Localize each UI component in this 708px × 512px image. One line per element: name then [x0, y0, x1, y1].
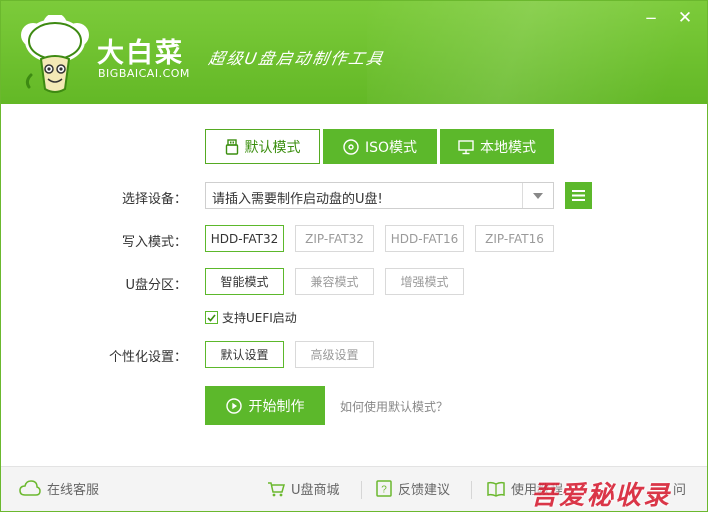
device-dropdown-toggle[interactable]	[522, 183, 553, 208]
tab-default-mode-label: 默认模式	[244, 139, 301, 156]
usb-drive-icon	[225, 138, 238, 155]
hamburger-icon	[572, 190, 585, 201]
device-label: 选择设备：	[121, 192, 187, 207]
footer-divider	[361, 481, 362, 499]
cabbage-mascot-logo	[21, 15, 89, 93]
write-mode-label: 写入模式：	[121, 235, 187, 250]
play-icon	[225, 397, 242, 414]
slogan: 超级U盘启动制作工具	[207, 49, 387, 68]
brand-domain: BIGBAICAI.COM	[98, 67, 190, 80]
tab-iso-mode[interactable]: ISO模式	[323, 129, 437, 164]
partition-smart-mode[interactable]: 智能模式	[205, 268, 284, 295]
online-service-link[interactable]: 在线客服	[19, 479, 99, 498]
chevron-down-icon	[533, 192, 543, 199]
disc-icon	[343, 138, 359, 155]
personalize-default-settings[interactable]: 默认设置	[205, 341, 284, 368]
device-select-value: 请插入需要制作启动盘的U盘!	[212, 192, 383, 207]
checkbox-box	[205, 311, 218, 324]
write-mode-hdd-fat32[interactable]: HDD-FAT32	[205, 225, 284, 252]
write-mode-zip-fat32[interactable]: ZIP-FAT32	[295, 225, 374, 252]
watermark-text: 吾爱秘收录	[531, 481, 672, 511]
monitor-icon	[458, 139, 474, 154]
start-button-label: 开始制作	[248, 398, 305, 415]
personalize-advanced-settings[interactable]: 高级设置	[295, 341, 374, 368]
online-service-label: 在线客服	[47, 483, 100, 498]
usb-shop-link[interactable]: U盘商城	[267, 479, 340, 498]
partition-enhanced-mode[interactable]: 增强模式	[385, 268, 464, 295]
cart-icon	[268, 481, 285, 496]
uefi-checkbox[interactable]: 支持UEFI启动	[205, 309, 297, 326]
tab-local-mode[interactable]: 本地模式	[440, 129, 554, 164]
tab-iso-mode-label: ISO模式	[364, 139, 418, 156]
menu-button[interactable]	[565, 182, 592, 209]
partition-label: U盘分区：	[125, 278, 187, 293]
book-icon	[487, 481, 505, 497]
minimize-button[interactable]: −	[641, 9, 661, 29]
personalize-label: 个性化设置：	[108, 350, 187, 365]
feedback-label: 反馈建议	[398, 483, 451, 498]
tab-default-mode[interactable]: 默认模式	[205, 129, 320, 164]
svg-text:?: ?	[381, 485, 387, 496]
checkmark-icon	[207, 313, 216, 322]
feedback-link[interactable]: ? 反馈建议	[376, 479, 450, 498]
device-select[interactable]: 请插入需要制作启动盘的U盘!	[205, 182, 554, 209]
header-banner: 大白菜 BIGBAICAI.COM 超级U盘启动制作工具 − ✕	[1, 1, 707, 104]
help-link[interactable]: 如何使用默认模式？	[340, 398, 448, 415]
write-mode-hdd-fat16[interactable]: HDD-FAT16	[385, 225, 464, 252]
close-button[interactable]: ✕	[675, 9, 695, 29]
partition-compatible-mode[interactable]: 兼容模式	[295, 268, 374, 295]
extra-link[interactable]: 问	[673, 479, 686, 498]
app-window: 大白菜 BIGBAICAI.COM 超级U盘启动制作工具 − ✕ 默认模式 IS…	[0, 0, 708, 512]
feedback-icon: ?	[376, 480, 392, 497]
tab-local-mode-label: 本地模式	[480, 139, 536, 156]
footer-divider	[471, 481, 472, 499]
start-button[interactable]: 开始制作	[205, 386, 325, 425]
usb-shop-label: U盘商城	[291, 483, 340, 498]
uefi-label: 支持UEFI启动	[222, 311, 297, 325]
write-mode-zip-fat16[interactable]: ZIP-FAT16	[475, 225, 554, 252]
cloud-chat-icon	[19, 479, 41, 496]
brand-name: 大白菜	[97, 38, 184, 69]
extra-label: 问	[673, 483, 687, 498]
